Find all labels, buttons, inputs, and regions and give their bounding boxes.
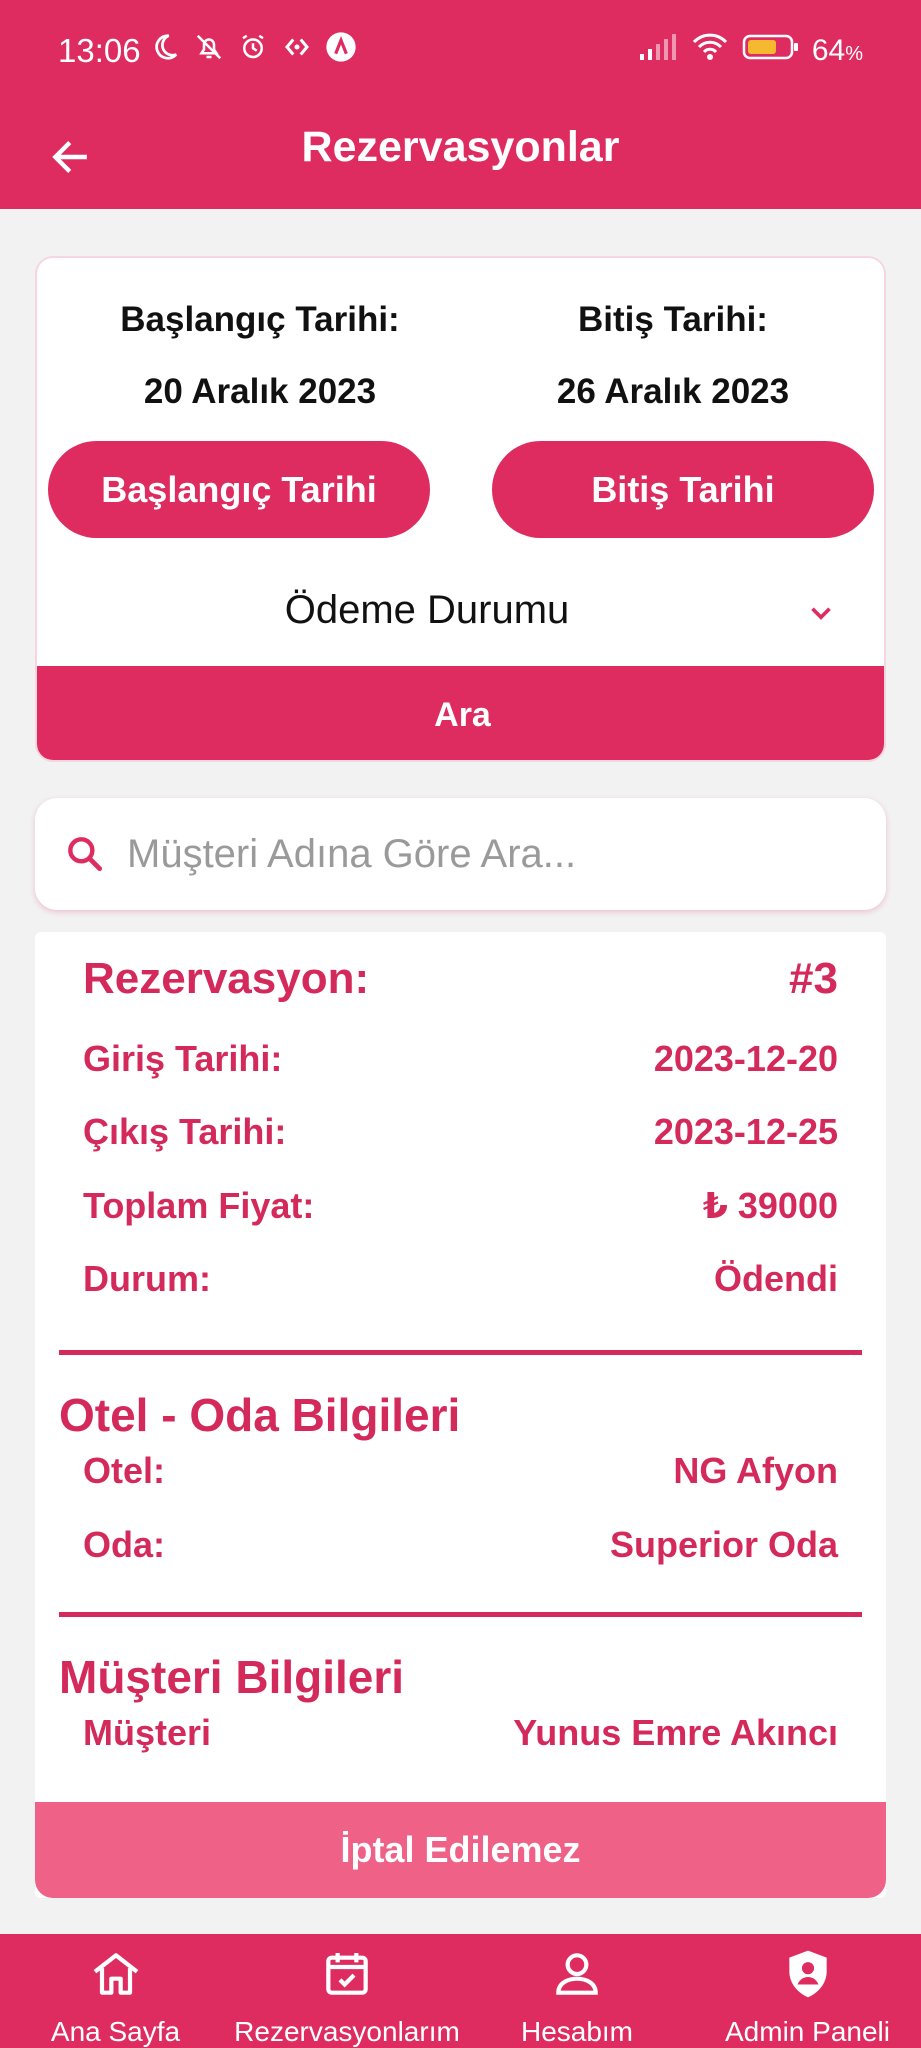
status-value: Ödendi — [714, 1258, 838, 1299]
customer-label: Müşteri — [83, 1712, 212, 1753]
status-bar: 13:06 64% — [0, 0, 921, 105]
nav-label: Rezervasyonlarım — [234, 2016, 460, 2047]
search-button[interactable]: Ara — [37, 666, 884, 760]
total-price-value: ₺ 39000 — [702, 1185, 838, 1226]
nav-item-account[interactable]: Hesabım — [512, 1934, 642, 2048]
total-price-row: Toplam Fiyat: ₺ 39000 — [83, 1185, 838, 1227]
nav-label: Admin Paneli — [725, 2016, 890, 2047]
person-icon — [556, 1953, 598, 1995]
search-input[interactable] — [127, 816, 847, 892]
checkout-row: Çıkış Tarihi: 2023-12-25 — [83, 1111, 838, 1153]
customer-search — [35, 798, 886, 910]
divider — [59, 1350, 862, 1355]
filter-card: Başlangıç Tarihi: Bitiş Tarihi: 20 Aralı… — [35, 256, 886, 762]
search-icon — [68, 837, 103, 872]
checkin-label: Giriş Tarihi: — [83, 1038, 283, 1079]
checkin-value: 2023-12-20 — [653, 1038, 838, 1079]
start-date-value: 20 Aralık 2023 — [143, 372, 377, 411]
room-row: Oda: Superior Oda — [83, 1524, 838, 1566]
moon-icon — [148, 30, 182, 64]
battery-percent: 64% — [811, 34, 863, 67]
bottom-nav: Ana Sayfa Rezervasyonlarım Hesabım Admin… — [0, 1934, 921, 2048]
page-title: Rezervasyonlar — [301, 123, 620, 171]
status-icons-left — [148, 30, 358, 64]
reservation-title: Rezervasyon: — [83, 954, 370, 1003]
chevron-down-icon — [811, 607, 831, 620]
start-date-button[interactable]: Başlangıç Tarihi — [48, 441, 430, 538]
room-value: Superior Oda — [609, 1524, 838, 1565]
hotel-label: Otel: — [83, 1450, 166, 1491]
total-price-label: Toplam Fiyat: — [83, 1185, 315, 1226]
back-button[interactable] — [38, 125, 102, 189]
checkin-row: Giriş Tarihi: 2023-12-20 — [83, 1038, 838, 1080]
status-time: 13:06 — [58, 32, 141, 69]
app-bar: Rezervasyonlar — [0, 105, 921, 209]
payment-status-select[interactable]: Ödeme Durumu — [37, 574, 884, 650]
room-label: Oda: — [83, 1524, 166, 1565]
bell-off-icon — [192, 30, 226, 64]
status-icons-right: 64% — [638, 32, 863, 70]
hotel-row: Otel: NG Afyon — [83, 1450, 838, 1492]
start-date-label: Başlangıç Tarihi: — [120, 300, 400, 339]
reservation-number: #3 — [789, 954, 838, 1003]
battery-icon — [742, 32, 800, 70]
calendar-check-icon — [326, 1953, 368, 1995]
nav-item-reservations[interactable]: Rezervasyonlarım — [232, 1934, 462, 2048]
reservation-card: Rezervasyon: #3 Giriş Tarihi: 2023-12-20… — [35, 932, 886, 1898]
nav-label: Ana Sayfa — [50, 2016, 181, 2047]
nav-label: Hesabım — [520, 2016, 634, 2047]
data-arrows-icon — [280, 30, 314, 64]
arrow-left-icon — [52, 141, 87, 173]
end-date-button[interactable]: Bitiş Tarihi — [492, 441, 874, 538]
wifi-icon — [690, 32, 730, 70]
status-label: Durum: — [83, 1258, 211, 1299]
checkout-value: 2023-12-25 — [653, 1111, 838, 1152]
hotel-room-section-title: Otel - Oda Bilgileri — [59, 1389, 461, 1441]
cancel-not-allowed-button[interactable]: İptal Edilemez — [35, 1802, 886, 1898]
shield-user-icon — [788, 1950, 827, 1998]
app-a-icon — [324, 30, 358, 64]
nav-item-admin[interactable]: Admin Paneli — [720, 1934, 895, 2048]
end-date-label: Bitiş Tarihi: — [578, 300, 768, 339]
divider — [59, 1612, 862, 1617]
customer-section-title: Müşteri Bilgileri — [59, 1651, 405, 1703]
hotel-value: NG Afyon — [673, 1450, 838, 1491]
checkout-label: Çıkış Tarihi: — [83, 1111, 287, 1152]
customer-value: Yunus Emre Akıncı — [513, 1712, 838, 1753]
alarm-icon — [236, 30, 270, 64]
end-date-value: 26 Aralık 2023 — [556, 372, 790, 411]
customer-row: Müşteri Yunus Emre Akıncı — [83, 1712, 838, 1754]
payment-status-label: Ödeme Durumu — [284, 588, 570, 632]
home-icon — [93, 1953, 138, 1995]
signal-icon — [638, 32, 678, 70]
reservation-header: Rezervasyon: #3 — [83, 954, 838, 1004]
status-row: Durum: Ödendi — [83, 1258, 838, 1300]
nav-item-home[interactable]: Ana Sayfa — [48, 1934, 183, 2048]
